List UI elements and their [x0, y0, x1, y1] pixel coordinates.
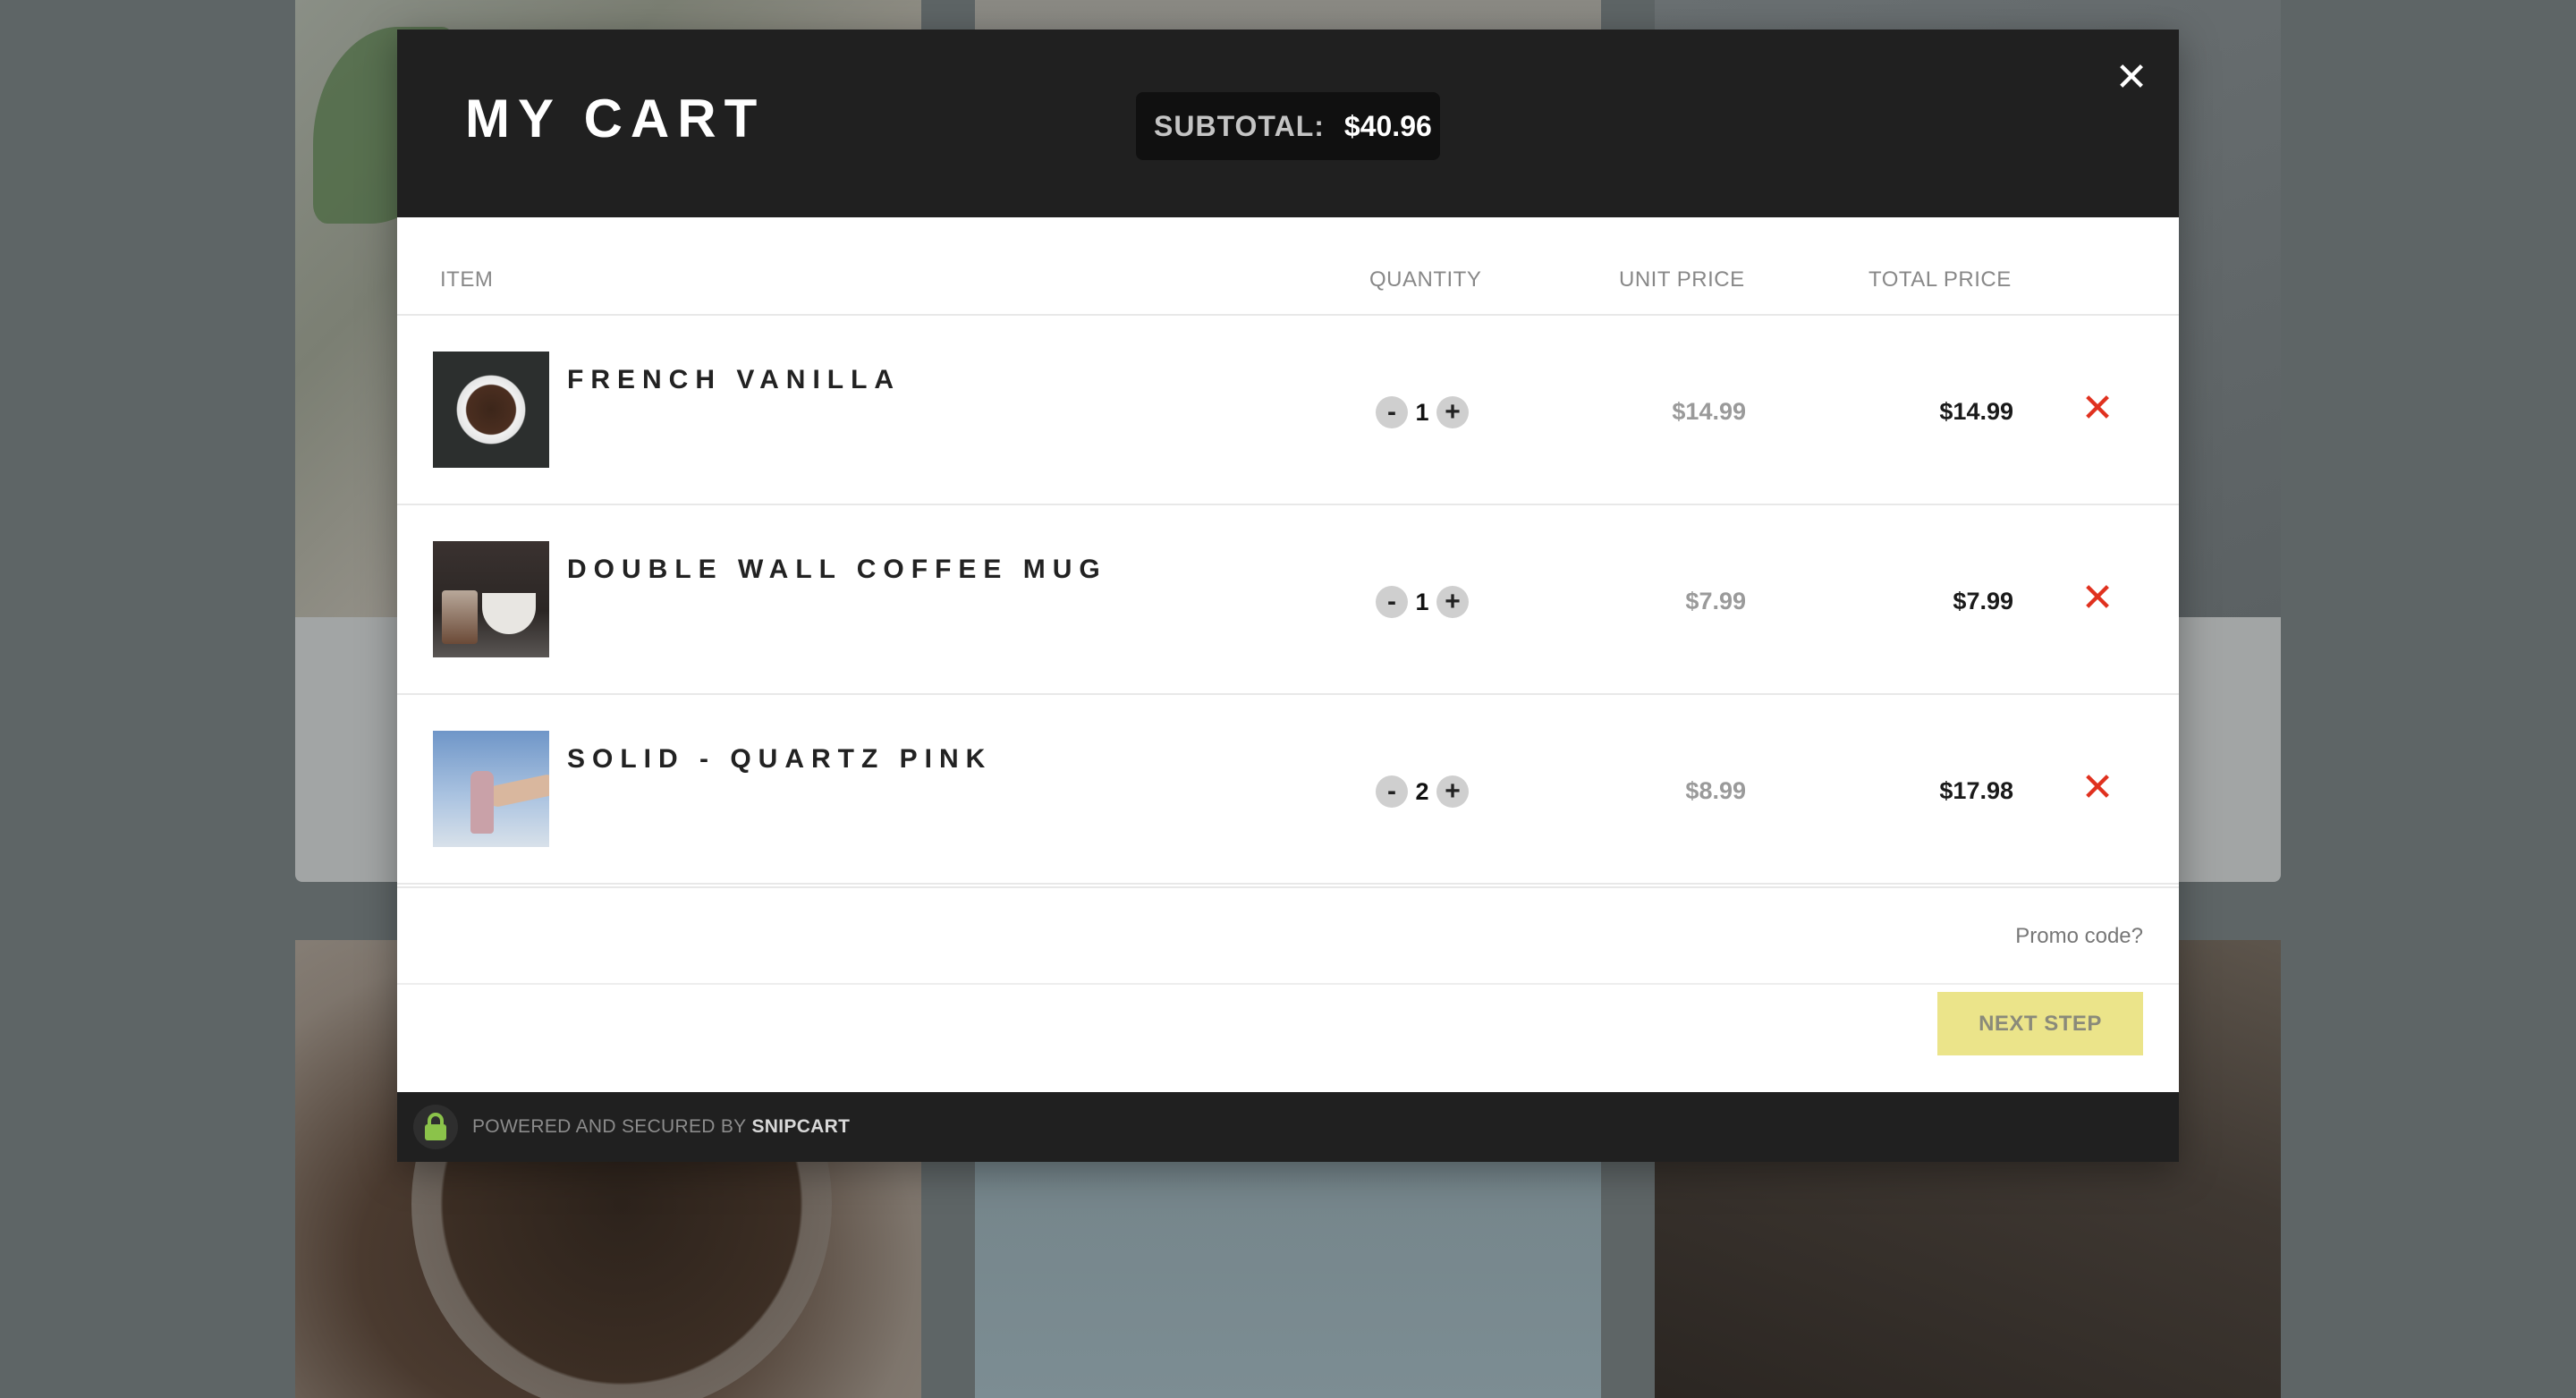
unit-price: $8.99	[1685, 777, 1746, 804]
increase-quantity-button[interactable]: +	[1436, 775, 1469, 808]
promo-code-link[interactable]: Promo code?	[2015, 924, 2143, 949]
decrease-quantity-button[interactable]: -	[1376, 586, 1408, 618]
close-icon[interactable]: ✕	[2100, 46, 2163, 108]
column-header-quantity: QUANTITY	[1369, 267, 1482, 292]
item-name[interactable]: DOUBLE WALL COFFEE MUG	[567, 555, 1107, 585]
subtotal-badge: SUBTOTAL: $40.96	[1136, 92, 1440, 160]
lock-icon	[413, 1105, 458, 1149]
arm-shape	[485, 772, 549, 809]
quantity-value: 1	[1415, 398, 1429, 426]
remove-item-icon[interactable]: ✕	[2075, 575, 2120, 620]
unit-price: $14.99	[1672, 398, 1746, 425]
promo-section: Promo code?	[397, 886, 2179, 985]
decrease-quantity-button[interactable]: -	[1376, 775, 1408, 808]
cart-header: MY CART SUBTOTAL: $40.96 ✕	[397, 30, 2179, 217]
column-header-item: ITEM	[440, 267, 494, 292]
cart-title: MY CART	[465, 89, 766, 148]
item-name[interactable]: SOLID - QUARTZ PINK	[567, 744, 992, 775]
quantity-value: 1	[1415, 588, 1429, 615]
column-header-total-price: TOTAL PRICE	[1868, 267, 2012, 292]
pot-shape	[482, 593, 536, 634]
remove-item-icon[interactable]: ✕	[2075, 765, 2120, 809]
unit-price: $7.99	[1685, 588, 1746, 614]
subtotal-label: SUBTOTAL:	[1154, 109, 1325, 142]
subtotal-value: $40.96	[1343, 109, 1432, 142]
coffee-cup-shape	[453, 371, 530, 448]
quantity-stepper: - 1 +	[1376, 394, 1469, 430]
total-price: $7.99	[1953, 588, 2013, 614]
remove-item-icon[interactable]: ✕	[2075, 386, 2120, 430]
total-price: $14.99	[1939, 398, 2013, 425]
footer-powered-label: POWERED AND SECURED BY	[472, 1116, 747, 1137]
next-step-button[interactable]: NEXT STEP	[1937, 992, 2143, 1055]
cart-modal: MY CART SUBTOTAL: $40.96 ✕ ITEM QUANTITY…	[397, 30, 2179, 1162]
quantity-stepper: - 2 +	[1376, 774, 1469, 809]
decrease-quantity-button[interactable]: -	[1376, 396, 1408, 428]
quantity-stepper: - 1 +	[1376, 584, 1469, 620]
cart-item-row: SOLID - QUARTZ PINK - 2 + $8.99 $17.98 ✕	[397, 695, 2179, 885]
item-name[interactable]: FRENCH VANILLA	[567, 365, 901, 395]
coffee-mug-thumbnail[interactable]	[433, 541, 549, 657]
lock-body	[425, 1124, 446, 1140]
cart-item-row: FRENCH VANILLA - 1 + $14.99 $14.99 ✕	[397, 316, 2179, 505]
glass-shape	[442, 590, 478, 644]
quantity-value: 2	[1415, 777, 1429, 805]
pink-bottle-thumbnail[interactable]	[433, 731, 549, 847]
cart-footer: POWERED AND SECURED BY SNIPCART	[397, 1092, 2179, 1162]
column-header-unit-price: UNIT PRICE	[1619, 267, 1745, 292]
footer-powered-text: POWERED AND SECURED BY SNIPCART	[472, 1116, 850, 1138]
total-price: $17.98	[1939, 777, 2013, 804]
coffee-cup-thumbnail[interactable]	[433, 352, 549, 468]
bottle-shape	[470, 771, 494, 834]
cart-table-header: ITEM QUANTITY UNIT PRICE TOTAL PRICE	[397, 217, 2179, 316]
increase-quantity-button[interactable]: +	[1436, 396, 1469, 428]
increase-quantity-button[interactable]: +	[1436, 586, 1469, 618]
footer-brand[interactable]: SNIPCART	[752, 1116, 851, 1137]
cart-item-row: DOUBLE WALL COFFEE MUG - 1 + $7.99 $7.99…	[397, 505, 2179, 695]
